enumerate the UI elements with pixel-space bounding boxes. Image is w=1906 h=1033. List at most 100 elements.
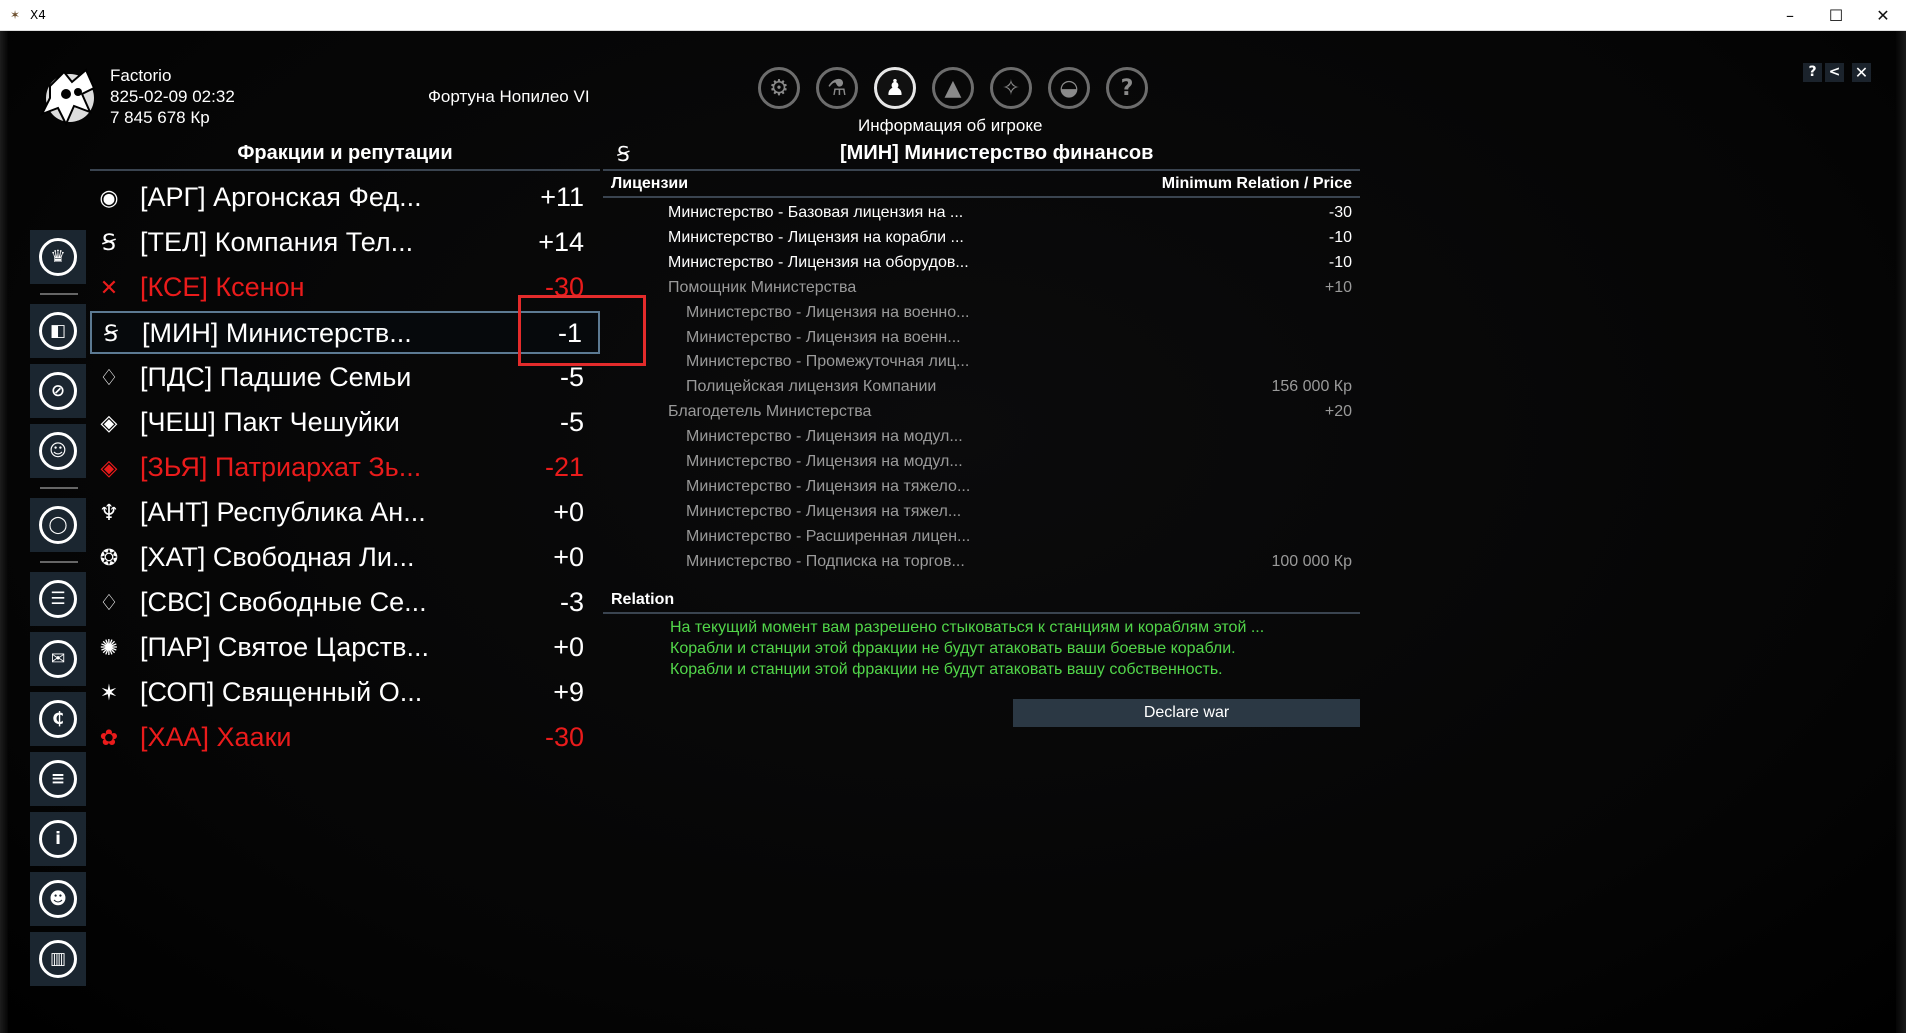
relation-line: Корабли и станции этой фракции не будут … [670,661,1223,678]
gear-icon[interactable]: ⚙ [758,67,800,109]
license-requirement: -30 [1328,204,1352,221]
license-name: Министерство - Лицензия на военно... [686,304,970,321]
sidebar-cargo-button[interactable]: ☰ [30,572,86,626]
map-icon[interactable]: ✧ [990,67,1032,109]
license-row[interactable]: Министерство - Подписка на торгов... 100 … [603,550,1360,575]
player-name: Factorio [110,66,172,85]
factions-panel-title: Фракции и репутации [237,142,453,164]
list-icon: ≡ [39,760,77,798]
faction-row[interactable]: ✺ [ПАР] Святое Царств... +0 [90,627,600,670]
faction-name: [ЧЕШ] Пакт Чешуйки [140,407,400,437]
faction-row[interactable]: ✿ [ХАА] Хааки -30 [90,717,600,760]
faction-relation: +14 [538,227,584,257]
game-datetime: 825-02-09 02:32 [110,87,235,106]
faction-name: [ЗЬЯ] Патриархат Зь... [140,452,422,482]
faction-row[interactable]: ◉ [АРГ] Аргонская Фед... +11 [90,177,600,220]
license-row[interactable]: Полицейская лицензия Компании 156 000 Кр [603,375,1360,400]
encyclopedia-icon[interactable]: ◒ [1048,67,1090,109]
license-row[interactable]: Помощник Министерства +10 [603,276,1360,301]
relation-header-label: Relation [611,591,675,608]
active-menu-label: Информация об игроке [858,116,1043,135]
license-row[interactable]: Министерство - Лицензия на тяжел... [603,500,1360,525]
faction-row[interactable]: ♆ [АНТ] Республика Ан... +0 [90,492,600,535]
sidebar-people-button[interactable]: ☻ [30,872,86,926]
license-row[interactable]: Министерство - Лицензия на тяжело... [603,475,1360,500]
argon-icon: ◉ [99,185,119,211]
fallen-families-icon: ♢ [99,365,119,391]
flask-icon[interactable]: ⚗ [816,67,858,109]
license-row[interactable]: Министерство - Базовая лицензия на ... -3… [603,201,1360,226]
faction-name: [СОП] Священный О... [140,677,423,707]
sidebar-globe-button[interactable]: ◯ [30,498,86,552]
sidebar-crown-button[interactable]: ♛ [30,230,86,284]
ship-icon[interactable]: ▲ [932,67,974,109]
license-row[interactable]: Министерство - Лицензия на военно... [603,301,1360,326]
license-row[interactable]: Министерство - Расширенная лицен... [603,525,1360,550]
license-row[interactable]: Министерство - Лицензия на модул... [603,425,1360,450]
sidebar-credits-button[interactable]: ₵ [30,692,86,746]
sidebar-crew-button[interactable]: ☺ [30,424,86,478]
faction-row[interactable]: ♢ [СВС] Свободные Се... -3 [90,582,600,625]
licenses-column-header: Лицензии [611,175,689,192]
declare-war-button[interactable]: Declare war [1013,699,1360,727]
faction-row[interactable]: ◈ [ЗЬЯ] Патриархат Зь... -21 [90,447,600,490]
license-row[interactable]: Министерство - Лицензия на оборудов... -1… [603,251,1360,276]
license-name: Министерство - Лицензия на военн... [686,329,961,346]
faction-relation: +0 [553,542,584,572]
credits-icon: ₵ [39,700,77,738]
close-menu-button[interactable]: ✕ [1852,63,1871,82]
license-name: Помощник Министерства [668,279,857,296]
minimize-button[interactable]: – [1767,0,1813,31]
license-requirement: 100 000 Кр [1271,553,1353,570]
faction-name: [ПАР] Святое Царств... [140,632,429,662]
right-edge [1896,31,1906,1033]
player-logo-icon [39,68,96,127]
sidebar-info-button[interactable]: i [30,812,86,866]
faction-row[interactable]: ◈ [ЧЕШ] Пакт Чешуйки -5 [90,402,600,445]
relation-price-column-header: Minimum Relation / Price [1161,175,1352,192]
sidebar-list-button[interactable]: ≡ [30,752,86,806]
left-edge [0,31,8,1033]
stats-icon: ▥ [39,940,77,978]
scale-pact-icon: ◈ [100,410,118,436]
license-row[interactable]: Министерство - Промежуточная лиц... [603,350,1360,375]
help-button[interactable]: ? [1803,63,1822,82]
info-icon: i [39,820,77,858]
close-window-button[interactable]: ✕ [1860,0,1906,31]
back-button[interactable]: < [1825,63,1844,82]
faction-relation: -3 [559,587,584,617]
mail-icon: ✉ [39,640,77,678]
license-requirement: -10 [1328,254,1352,271]
license-requirement: -10 [1328,229,1352,246]
ministry-icon: Ꞩ [104,321,118,347]
relation-line: Корабли и станции этой фракции не будут … [670,640,1236,657]
license-row[interactable]: Благодетель Министерства +20 [603,400,1360,425]
faction-name: [ТЕЛ] Компания Тел... [140,227,414,257]
no-symbol-icon: ⊘ [39,372,77,410]
sidebar-factions-button[interactable]: ◧ [30,304,86,358]
faction-row[interactable]: Ꞩ [ТЕЛ] Компания Тел... +14 [90,222,600,265]
current-ship-name: Фортуна Нопилео VI [428,87,590,106]
sidebar-divider [40,561,78,563]
faction-name: [ХАА] Хааки [140,722,292,752]
zyarth-icon: ◈ [100,455,118,481]
faction-row[interactable]: ❂ [ХАТ] Свободная Ли... +0 [90,537,600,580]
app-icon: ✶ [10,8,21,22]
license-row[interactable]: Министерство - Лицензия на модул... [603,450,1360,475]
ministry-icon: Ꞩ [617,142,630,166]
shield-book-icon: ◧ [39,312,77,350]
sidebar-mail-button[interactable]: ✉ [30,632,86,686]
license-name: Благодетель Министерства [668,403,872,420]
license-row[interactable]: Министерство - Лицензия на военн... [603,326,1360,351]
faction-row[interactable]: ✶ [СОП] Священный О... +9 [90,672,600,715]
antigone-icon: ♆ [99,500,119,526]
player-icon[interactable]: ♟ [874,67,916,109]
sidebar-stats-button[interactable]: ▥ [30,932,86,986]
sidebar-blocked-button[interactable]: ⊘ [30,364,86,418]
free-families-icon: ♢ [99,590,119,616]
license-row[interactable]: Министерство - Лицензия на корабли ... -1… [603,226,1360,251]
maximize-button[interactable]: ☐ [1813,0,1859,31]
faction-relation: +0 [553,632,584,662]
factions-header-line [90,169,600,171]
help-icon[interactable]: ? [1106,67,1148,109]
